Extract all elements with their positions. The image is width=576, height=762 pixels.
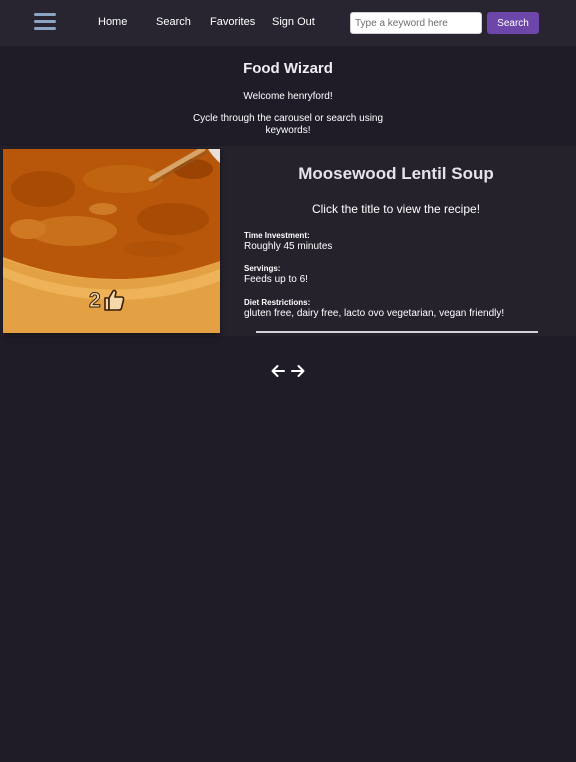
arrow-right-icon[interactable] <box>290 363 306 379</box>
like-badge[interactable]: 2 <box>89 286 126 314</box>
recipe-title-link[interactable]: Moosewood Lentil Soup <box>240 164 552 184</box>
time-investment-label: Time Investment: <box>244 231 310 240</box>
arrow-left-icon[interactable] <box>270 363 286 379</box>
carousel-divider <box>256 331 538 333</box>
recipe-hint: Click the title to view the recipe! <box>311 202 481 216</box>
time-investment-value: Roughly 45 minutes <box>244 241 333 252</box>
nav-link-sign-out[interactable]: Sign Out <box>272 16 315 28</box>
servings-value: Feeds up to 6! <box>244 274 308 285</box>
recipe-image[interactable]: 2 <box>3 149 220 333</box>
like-count: 2 <box>89 288 102 312</box>
app-title: Food Wizard <box>243 60 333 77</box>
servings-label: Servings: <box>244 264 281 273</box>
recipe-carousel: 2 Moosewood Lentil Soup Click the title … <box>0 146 576 336</box>
diet-restrictions-value: gluten free, dairy free, lacto ovo veget… <box>244 308 505 319</box>
nav-link-search[interactable]: Search <box>156 16 191 28</box>
instructions-text: Cycle through the carousel or search usi… <box>192 113 384 136</box>
search-input[interactable] <box>350 12 482 34</box>
diet-restrictions-label: Diet Restrictions: <box>244 298 311 307</box>
hamburger-menu-icon[interactable] <box>34 13 56 31</box>
search-button[interactable]: Search <box>487 12 539 34</box>
welcome-message: Welcome henryford! <box>243 91 333 102</box>
thumbs-up-icon <box>103 289 125 311</box>
nav-link-home[interactable]: Home <box>98 16 127 28</box>
nav-link-favorites[interactable]: Favorites <box>210 16 255 28</box>
navbar: Home Search Favorites Sign Out Search <box>0 0 576 46</box>
